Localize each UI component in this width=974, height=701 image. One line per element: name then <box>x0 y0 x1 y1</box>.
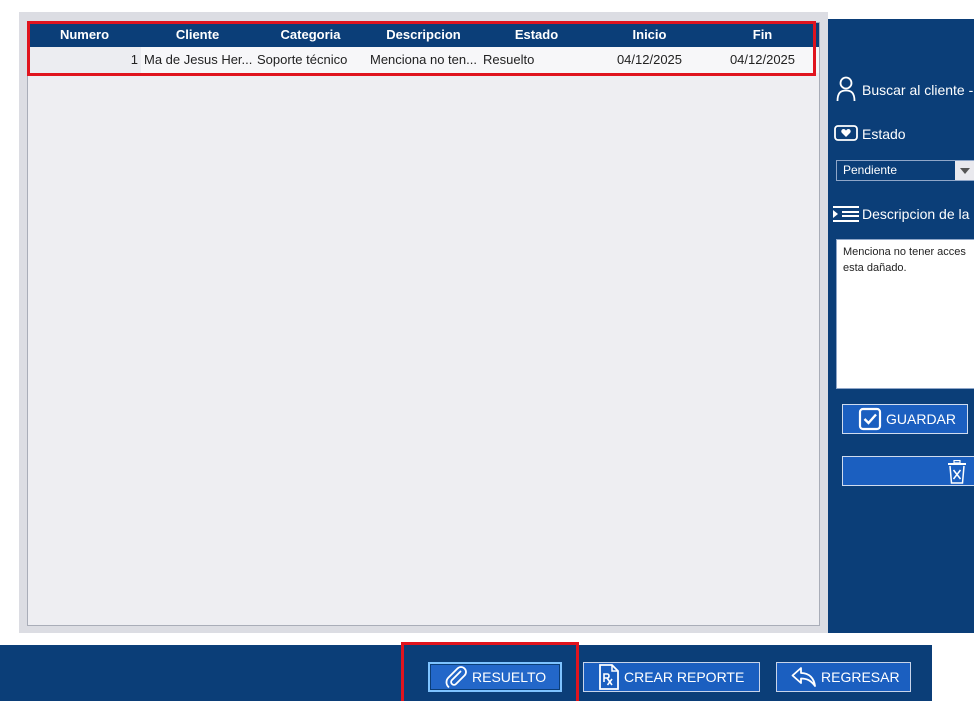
column-header-estado[interactable]: Estado <box>480 23 593 47</box>
resuelto-button-label: RESUELTO <box>472 669 547 685</box>
user-icon <box>836 76 856 102</box>
column-header-descripcion[interactable]: Descripcion <box>367 23 480 47</box>
buscar-cliente-label[interactable]: Buscar al cliente - <box>862 82 973 98</box>
regresar-button[interactable]: REGRESAR <box>776 662 911 692</box>
trash-icon <box>948 460 966 484</box>
grid-header: Numero Cliente Categoria Descripcion Est… <box>28 23 819 47</box>
resuelto-button[interactable]: RESUELTO <box>428 662 562 692</box>
estado-select-value: Pendiente <box>843 163 898 177</box>
cell-estado: Resuelto <box>483 52 535 67</box>
return-arrow-icon <box>791 667 816 687</box>
ticket-side-panel: Buscar al cliente - Estado Pendiente Des… <box>828 19 974 633</box>
tickets-grid[interactable]: Numero Cliente Categoria Descripcion Est… <box>27 22 820 626</box>
cell-cliente: Ma de Jesus Her... <box>144 52 253 67</box>
bottom-action-bar: RESUELTO CREAR REPORTE REGRESAR <box>0 645 932 701</box>
cell-numero: 1 <box>28 47 141 73</box>
app-window: Numero Cliente Categoria Descripcion Est… <box>0 0 974 701</box>
checkbox-icon <box>858 407 882 431</box>
column-header-cliente[interactable]: Cliente <box>141 23 254 47</box>
column-header-numero[interactable]: Numero <box>28 23 141 47</box>
paperclip-icon <box>445 666 467 688</box>
descripcion-textarea[interactable]: Menciona no tener acces esta dañado. <box>836 239 974 389</box>
tickets-grid-panel: Numero Cliente Categoria Descripcion Est… <box>19 12 828 633</box>
descripcion-label: Descripcion de la <box>862 206 970 222</box>
chevron-down-icon[interactable] <box>955 161 974 180</box>
crear-reporte-button-label: CREAR REPORTE <box>624 669 745 685</box>
cell-descripcion: Menciona no ten... <box>370 52 477 67</box>
descripcion-text: Menciona no tener acces esta dañado. <box>843 246 966 274</box>
guardar-button[interactable]: GUARDAR <box>842 404 968 434</box>
column-header-inicio[interactable]: Inicio <box>593 23 706 47</box>
cell-categoria: Soporte técnico <box>257 52 348 67</box>
crear-reporte-button[interactable]: CREAR REPORTE <box>583 662 760 692</box>
heart-card-icon <box>834 125 858 141</box>
table-row[interactable]: 1 Ma de Jesus Her... Soporte técnico Men… <box>28 47 819 73</box>
cell-fin: 04/12/2025 <box>729 52 796 67</box>
cell-inicio: 04/12/2025 <box>616 52 683 67</box>
prescription-icon <box>599 664 619 690</box>
regresar-button-label: REGRESAR <box>821 669 900 685</box>
column-header-categoria[interactable]: Categoria <box>254 23 367 47</box>
column-header-fin[interactable]: Fin <box>706 23 819 47</box>
eliminar-button[interactable] <box>842 456 974 486</box>
estado-label: Estado <box>862 126 906 142</box>
estado-select[interactable]: Pendiente <box>836 160 974 181</box>
guardar-button-label: GUARDAR <box>886 411 957 427</box>
list-indent-icon <box>833 206 859 222</box>
